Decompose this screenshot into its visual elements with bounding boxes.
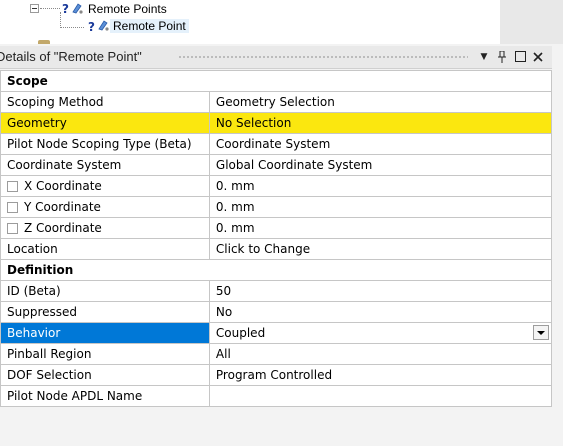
row-y-coordinate: Y Coordinate 0. mm [0, 196, 553, 218]
remote-points-icon [72, 3, 83, 14]
geometry-label: Geometry [0, 112, 210, 134]
suppressed-value[interactable]: No [208, 301, 553, 323]
section-header-scope[interactable]: Scope [0, 70, 552, 92]
row-behavior: Behavior Coupled [0, 322, 553, 344]
behavior-value: Coupled [215, 326, 266, 340]
id-label: ID (Beta) [0, 280, 210, 302]
collapse-icon[interactable] [30, 4, 39, 13]
scoping-method-label: Scoping Method [0, 91, 210, 113]
chevron-down-icon[interactable] [533, 325, 549, 340]
section-header-definition[interactable]: Definition [0, 259, 552, 281]
z-coordinate-cell: Z Coordinate [0, 217, 210, 239]
tree-connector [40, 8, 60, 9]
outline-tree: ? Remote Points ? Remote Point [0, 0, 563, 44]
row-pilot-node-apdl-name: Pilot Node APDL Name [0, 385, 553, 407]
dof-selection-value[interactable]: Program Controlled [208, 364, 553, 386]
close-icon[interactable] [530, 48, 546, 66]
location-value[interactable]: Click to Change [208, 238, 553, 260]
section-scope: Scope [0, 70, 552, 92]
geometry-value[interactable]: No Selection [208, 112, 553, 134]
section-definition: Definition [0, 259, 552, 281]
pilot-node-apdl-name-label: Pilot Node APDL Name [0, 385, 210, 407]
behavior-label: Behavior [0, 322, 210, 344]
y-coordinate-checkbox[interactable] [7, 202, 18, 213]
z-coordinate-label: Z Coordinate [24, 221, 102, 235]
x-coordinate-checkbox[interactable] [7, 181, 18, 192]
tree-partial-icon [38, 40, 50, 44]
z-coordinate-value[interactable]: 0. mm [208, 217, 553, 239]
behavior-dropdown[interactable]: Coupled [208, 322, 553, 344]
tree-scroll-area [500, 0, 563, 44]
pilot-node-scoping-type-value[interactable]: Coordinate System [208, 133, 553, 155]
row-pilot-node-scoping-type: Pilot Node Scoping Type (Beta) Coordinat… [0, 133, 553, 155]
coordinate-system-label: Coordinate System [0, 154, 210, 176]
undefined-state-icon: ? [88, 20, 95, 34]
row-location: Location Click to Change [0, 238, 553, 260]
pilot-node-scoping-type-label: Pilot Node Scoping Type (Beta) [0, 133, 210, 155]
y-coordinate-label: Y Coordinate [24, 200, 101, 214]
coordinate-system-value[interactable]: Global Coordinate System [208, 154, 553, 176]
z-coordinate-checkbox[interactable] [7, 223, 18, 234]
pin-icon[interactable] [494, 48, 510, 66]
tree-connector [60, 12, 61, 28]
details-panel-header: Details of "Remote Point" ▼ [0, 46, 552, 69]
location-label: Location [0, 238, 210, 260]
tree-item-remote-point[interactable]: Remote Point [110, 19, 189, 33]
remote-point-icon [98, 20, 109, 31]
tree-connector [60, 27, 84, 28]
row-pinball-region: Pinball Region All [0, 343, 553, 365]
row-scoping-method: Scoping Method Geometry Selection [0, 91, 553, 113]
row-z-coordinate: Z Coordinate 0. mm [0, 217, 553, 239]
x-coordinate-cell: X Coordinate [0, 175, 210, 197]
scoping-method-value[interactable]: Geometry Selection [208, 91, 553, 113]
panel-grip[interactable] [178, 55, 468, 60]
row-geometry: Geometry No Selection [0, 112, 553, 134]
panel-title: Details of "Remote Point" [0, 49, 142, 64]
dof-selection-label: DOF Selection [0, 364, 210, 386]
pilot-node-apdl-name-value[interactable] [208, 385, 553, 407]
undefined-state-icon: ? [62, 2, 69, 16]
tree-item-remote-points[interactable]: Remote Points [88, 2, 167, 16]
y-coordinate-value[interactable]: 0. mm [208, 196, 553, 218]
pinball-region-value[interactable]: All [208, 343, 553, 365]
y-coordinate-cell: Y Coordinate [0, 196, 210, 218]
row-x-coordinate: X Coordinate 0. mm [0, 175, 553, 197]
row-coordinate-system: Coordinate System Global Coordinate Syst… [0, 154, 553, 176]
panel-menu-dropdown-icon[interactable]: ▼ [476, 48, 492, 66]
row-suppressed: Suppressed No [0, 301, 553, 323]
maximize-icon[interactable] [512, 48, 528, 66]
x-coordinate-value[interactable]: 0. mm [208, 175, 553, 197]
pinball-region-label: Pinball Region [0, 343, 210, 365]
row-dof-selection: DOF Selection Program Controlled [0, 364, 553, 386]
id-value[interactable]: 50 [208, 280, 553, 302]
row-id: ID (Beta) 50 [0, 280, 553, 302]
suppressed-label: Suppressed [0, 301, 210, 323]
details-grid: Scope Scoping Method Geometry Selection … [0, 70, 553, 407]
x-coordinate-label: X Coordinate [24, 179, 102, 193]
